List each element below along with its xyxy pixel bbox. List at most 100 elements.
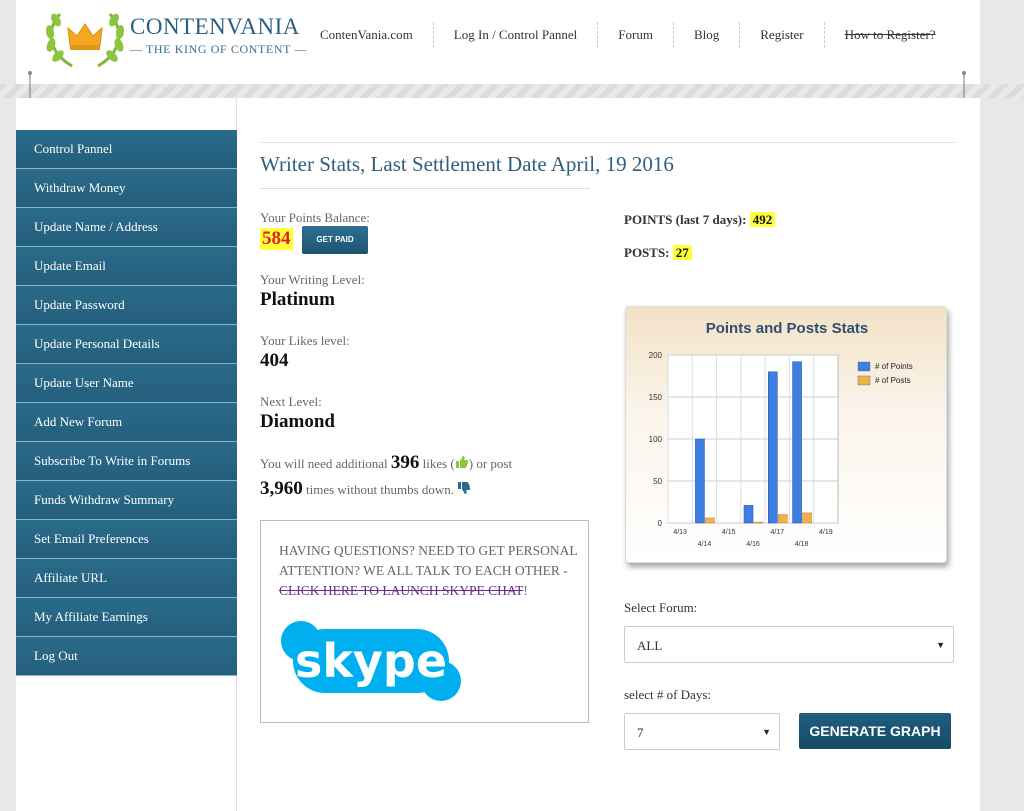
sidebar-item-update-email[interactable]: Update Email	[16, 247, 237, 286]
sidebar-item-add-new-forum[interactable]: Add New Forum	[16, 403, 237, 442]
need-mid2: ) or post	[468, 456, 513, 471]
x-tick-label: 4/13	[673, 529, 687, 536]
header: CONTENVANIA — THE KING OF CONTENT — Cont…	[16, 0, 980, 84]
y-tick-label: 150	[649, 393, 663, 402]
posts-row: POSTS: 27	[624, 245, 692, 261]
divider	[260, 142, 956, 143]
chevron-down-icon: ▼	[762, 727, 771, 737]
nav-login-control-pannel[interactable]: Log In / Control Pannel	[434, 22, 599, 48]
legend-label: # of Posts	[875, 376, 911, 385]
nav-blog[interactable]: Blog	[674, 22, 741, 48]
help-message: HAVING QUESTIONS? NEED TO GET PERSONAL A…	[279, 543, 578, 578]
sidebar-item-withdraw-money[interactable]: Withdraw Money	[16, 169, 237, 208]
need-likes-value: 396	[390, 452, 420, 473]
likes-level-label: Your Likes level:	[260, 333, 350, 348]
select-days-dropdown[interactable]: 7 ▼	[624, 713, 780, 750]
need-suffix: times without thumbs down.	[306, 482, 455, 497]
writing-level-value: Platinum	[260, 289, 335, 310]
logo-title[interactable]: CONTENVANIA	[130, 14, 300, 40]
y-tick-label: 0	[658, 519, 663, 528]
nav-how-to-register[interactable]: How to Register?	[825, 22, 956, 48]
sidebar-menu: Control Pannel Withdraw Money Update Nam…	[16, 130, 237, 676]
writing-level-label: Your Writing Level:	[260, 272, 365, 287]
points-posts-chart-card: Points and Posts Stats 0 50 100 150 200 4/13 4/…	[625, 306, 947, 563]
select-days-label: select # of Days:	[624, 687, 712, 702]
sidebar-item-update-password[interactable]: Update Password	[16, 286, 237, 325]
sidebar-column: Control Pannel Withdraw Money Update Nam…	[16, 98, 237, 811]
points-balance-value: 584	[260, 228, 293, 250]
page-title: Writer Stats, Last Settlement Date April…	[260, 152, 674, 176]
sidebar-item-my-affiliate-earnings[interactable]: My Affiliate Earnings	[16, 598, 237, 637]
chart-title: Points and Posts Stats	[706, 320, 869, 337]
main-panel: Writer Stats, Last Settlement Date April…	[260, 98, 960, 811]
legend-label: # of Points	[875, 362, 913, 371]
sidebar-item-log-out[interactable]: Log Out	[16, 637, 237, 676]
sidebar-item-affiliate-url[interactable]: Affiliate URL	[16, 559, 237, 598]
generate-graph-button[interactable]: GENERATE GRAPH	[799, 713, 951, 749]
points-last7-row: POINTS (last 7 days): 492	[624, 212, 776, 228]
nav-register[interactable]: Register	[740, 22, 825, 48]
legend-swatch	[857, 361, 871, 372]
select-days-value: 7	[637, 725, 644, 740]
sidebar-item-control-pannel[interactable]: Control Pannel	[16, 130, 237, 169]
skype-chat-link[interactable]: CLICK HERE TO LAUNCH SKYPE CHAT	[279, 583, 523, 598]
nav-forum[interactable]: Forum	[598, 22, 674, 48]
need-posts-value: 3,960	[260, 478, 303, 499]
sidebar-item-funds-withdraw-summary[interactable]: Funds Withdraw Summary	[16, 481, 237, 520]
posts-bar	[705, 517, 715, 524]
help-end: !	[523, 583, 528, 598]
x-tick-label: 4/14	[698, 541, 712, 548]
sidebar-item-update-personal-details[interactable]: Update Personal Details	[16, 325, 237, 364]
select-forum-label: Select Forum:	[624, 600, 698, 615]
y-tick-label: 50	[653, 477, 662, 486]
posts-value: 27	[672, 245, 692, 260]
sidebar-item-update-user-name[interactable]: Update User Name	[16, 364, 237, 403]
top-nav: ContenVania.com Log In / Control Pannel …	[304, 20, 956, 50]
skype-logo-icon[interactable]: skype	[279, 619, 463, 703]
posts-bar	[777, 514, 788, 524]
next-level-label: Next Level:	[260, 394, 322, 409]
skype-logo-text: skype	[295, 634, 447, 688]
points-balance-label: Your Points Balance:	[260, 210, 370, 225]
posts-bar	[802, 512, 812, 524]
logo-subtitle: — THE KING OF CONTENT —	[130, 42, 308, 56]
posts-bar	[753, 521, 764, 524]
points-bar	[695, 438, 705, 524]
points-posts-chart: Points and Posts Stats 0 50 100 150 200 4/13 4/…	[649, 320, 913, 548]
x-tick-label: 4/15	[722, 529, 736, 536]
y-tick-label: 100	[649, 435, 663, 444]
next-level-value: Diamond	[260, 411, 335, 432]
page: CONTENVANIA — THE KING OF CONTENT — Cont…	[16, 0, 980, 811]
sidebar-item-update-name-address[interactable]: Update Name / Address	[16, 208, 237, 247]
select-forum-dropdown[interactable]: ALL ▼	[624, 626, 954, 663]
points-bar	[767, 371, 778, 524]
likes-level-value: 404	[260, 350, 289, 371]
divider	[260, 188, 590, 189]
sidebar-item-set-email-preferences[interactable]: Set Email Preferences	[16, 520, 237, 559]
nav-contenvania[interactable]: ContenVania.com	[304, 22, 434, 48]
sidebar-item-subscribe-forums[interactable]: Subscribe To Write in Forums	[16, 442, 237, 481]
x-tick-label: 4/17	[770, 529, 784, 536]
need-prefix: You will need additional	[260, 456, 388, 471]
points-last7-value: 492	[749, 212, 776, 227]
select-forum-value: ALL	[637, 638, 663, 653]
need-mid1: likes (	[422, 456, 455, 471]
points-bar	[792, 361, 802, 524]
y-tick-label: 200	[649, 351, 663, 360]
thumbs-down-icon	[458, 482, 471, 494]
posts-label: POSTS:	[624, 245, 670, 260]
skype-help-box: HAVING QUESTIONS? NEED TO GET PERSONAL A…	[260, 520, 589, 723]
laurel-crown-logo-icon[interactable]	[42, 6, 128, 72]
chevron-down-icon: ▼	[936, 640, 945, 650]
help-text: HAVING QUESTIONS? NEED TO GET PERSONAL A…	[279, 541, 579, 601]
x-tick-label: 4/16	[746, 541, 760, 548]
content-area: Control Pannel Withdraw Money Update Nam…	[16, 98, 980, 811]
legend-swatch	[857, 375, 871, 386]
x-tick-label: 4/19	[819, 529, 833, 536]
x-tick-label: 4/18	[795, 541, 809, 548]
points-last7-label: POINTS (last 7 days):	[624, 212, 747, 227]
get-paid-button[interactable]: GET PAID	[302, 226, 368, 254]
points-bar	[743, 505, 754, 524]
thumbs-up-icon	[455, 456, 468, 468]
next-level-requirement: You will need additional 396 likes ( ) or…	[260, 450, 590, 502]
